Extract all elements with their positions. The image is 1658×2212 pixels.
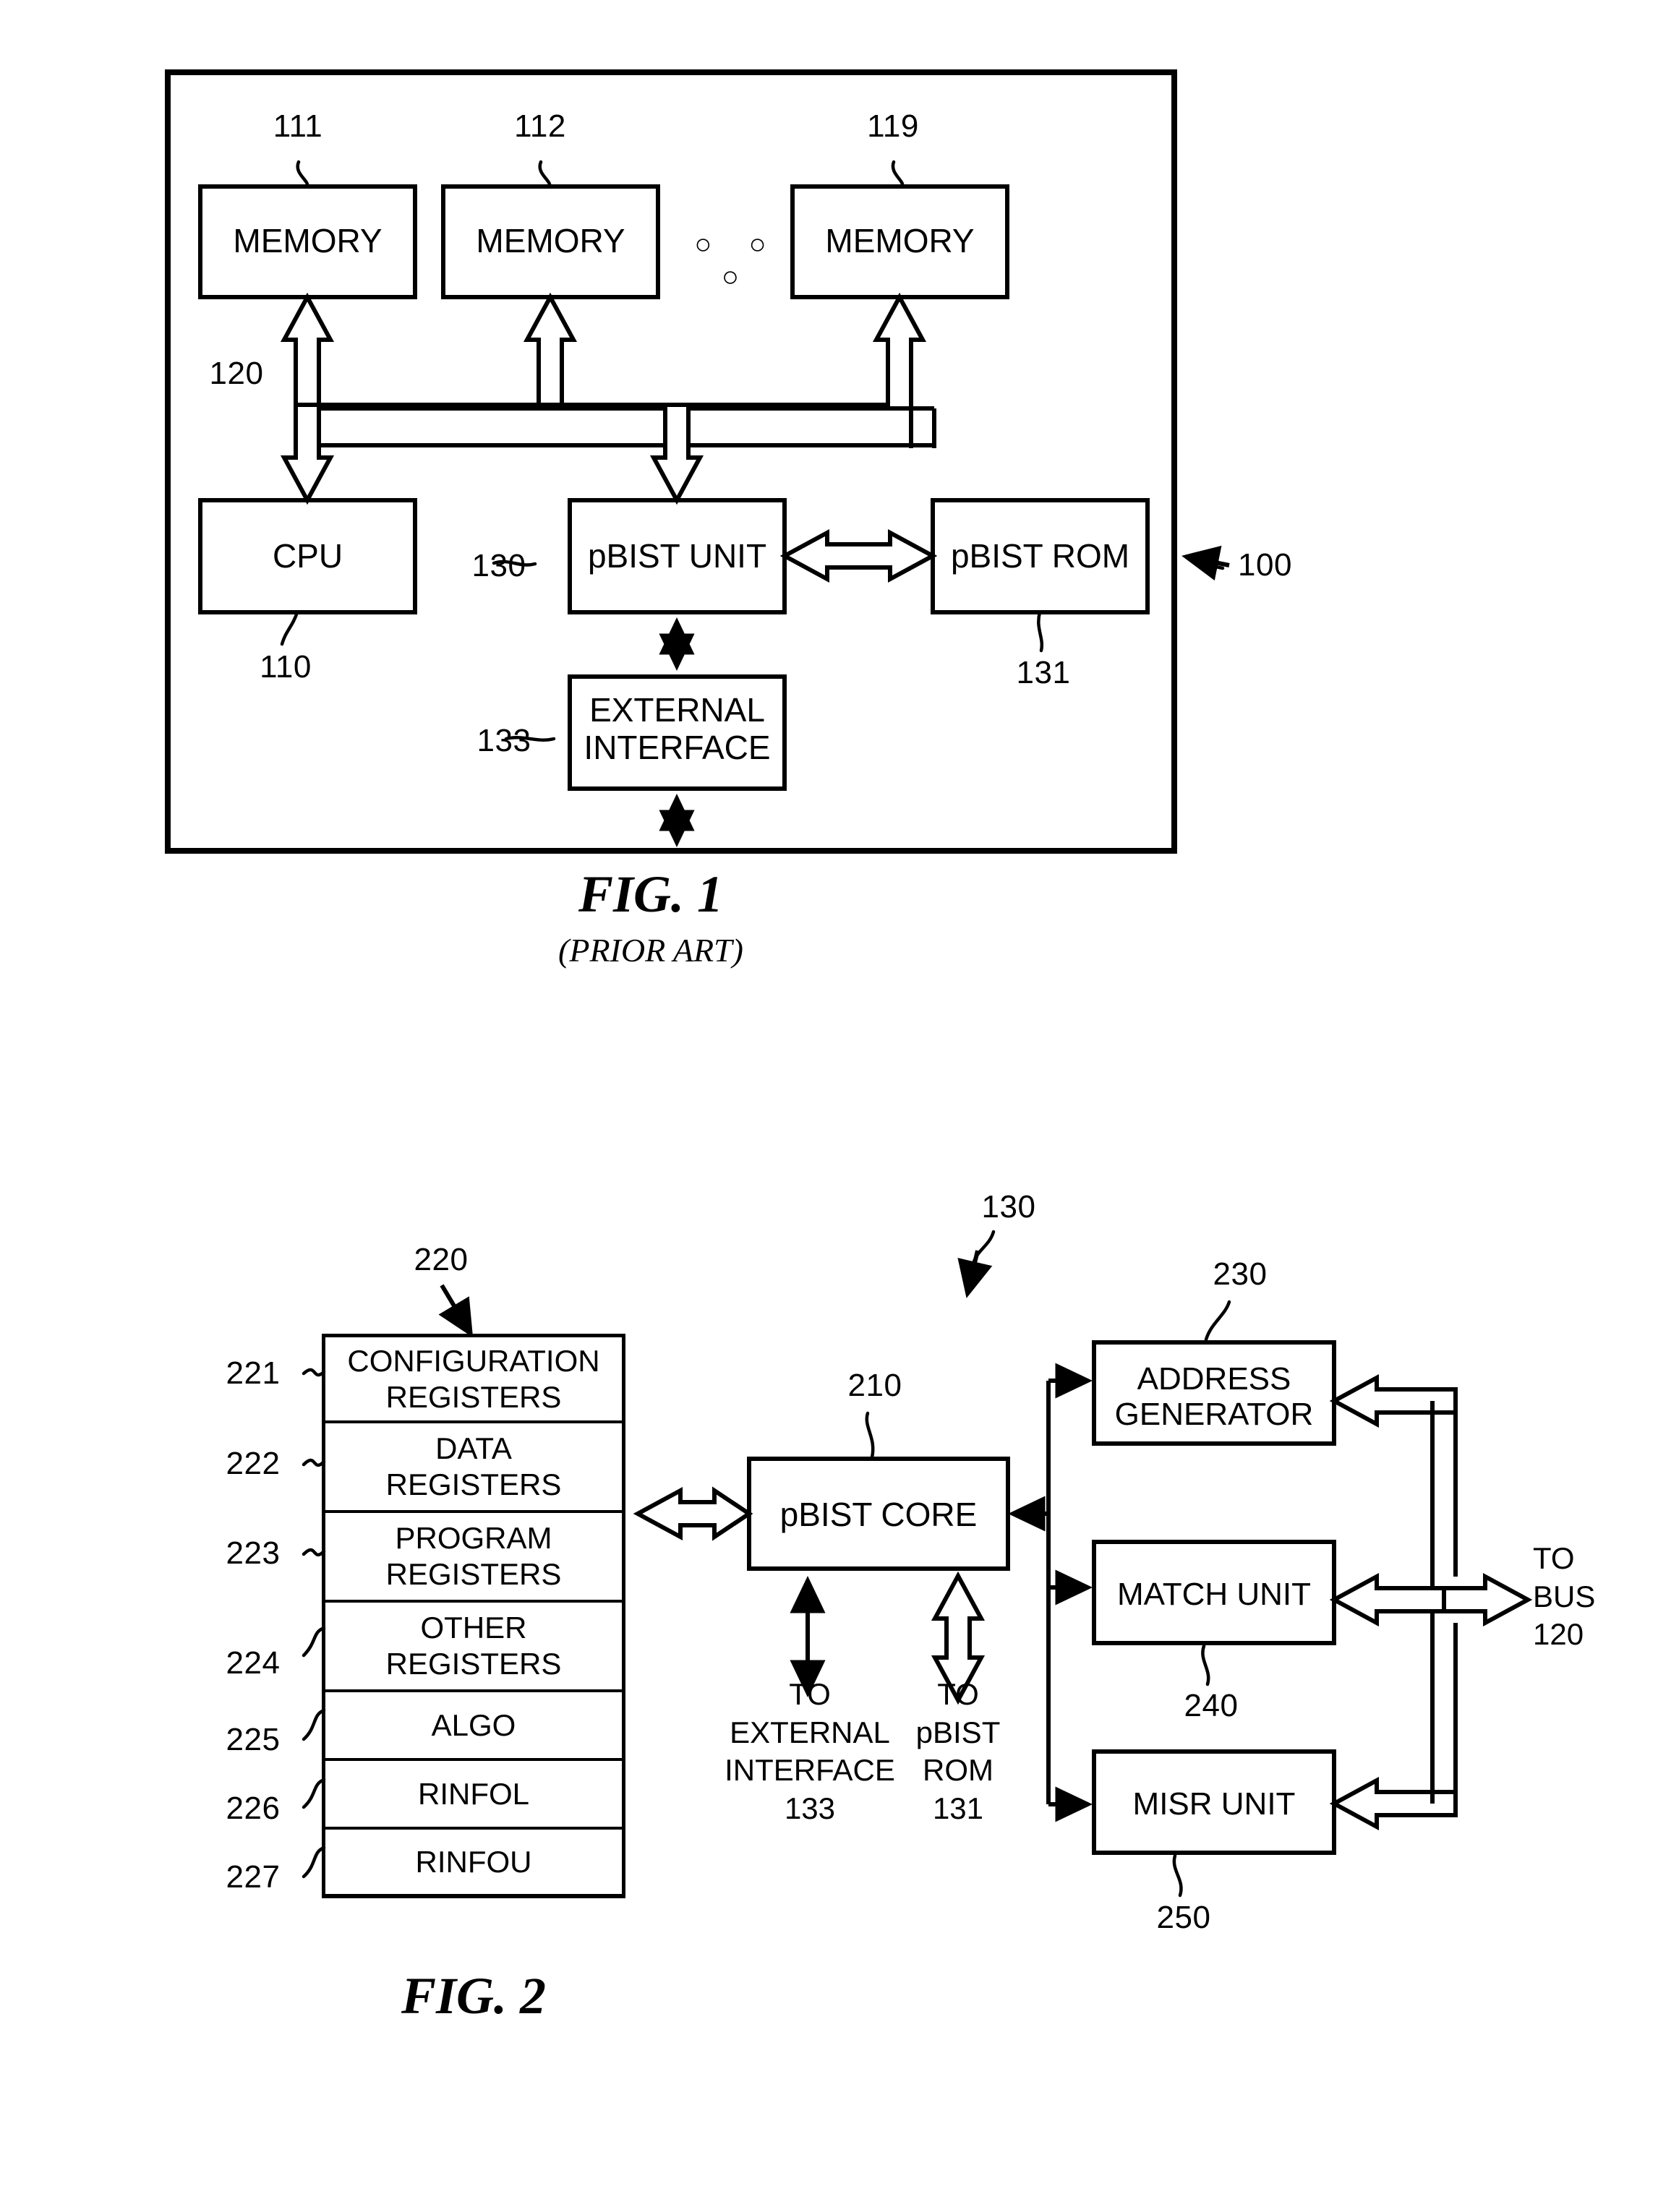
ref-120-bus: 120 [209,356,264,391]
register-cell-program-label: PROGRAM REGISTERS [385,1521,562,1591]
register-cell-rinfou-label: RINFOU [415,1844,532,1879]
ref-131-pbist-rom: 131 [1016,655,1071,690]
register-cell-rinfol-label: RINFOL [417,1776,529,1811]
register-cell-data-label: DATA REGISTERS [385,1431,562,1501]
ref-230-address-generator: 230 [1213,1256,1268,1292]
register-cell-algo: ALGO [322,1692,625,1761]
ref-119: 119 [867,108,919,144]
ref-227: 227 [226,1859,281,1895]
figure-1-caption: FIG. 1 [578,865,724,923]
ref-133-external-interface: 133 [477,723,531,758]
ref-220-registers: 220 [414,1242,469,1277]
port-pbist-rom-caption: TO pBIST ROM 131 [915,1677,1001,1825]
external-interface-block-label: EXTERNAL INTERFACE [584,691,771,766]
ref-130-pbist-unit: 130 [471,548,526,583]
cpu-block-label: CPU [272,537,343,575]
ref-250-misr-unit: 250 [1156,1900,1211,1935]
ref-210-core: 210 [847,1368,902,1403]
ref-112: 112 [514,108,566,144]
misr-unit-label: MISR UNIT [1132,1786,1296,1822]
register-cell-configuration-label: CONFIGURATION REGISTERS [347,1343,600,1414]
register-cell-algo-label: ALGO [431,1707,516,1742]
ref-224: 224 [226,1645,281,1681]
memory-block-2-label: MEMORY [476,222,625,260]
memory-block-1-label: MEMORY [233,222,383,260]
ref-240-match-unit: 240 [1184,1688,1239,1723]
ref-222: 222 [226,1446,281,1481]
port-bus-caption: TO BUS 120 [1533,1541,1596,1651]
memory-block-3-label: MEMORY [825,222,975,260]
port-external-interface-caption: TO EXTERNAL INTERFACE 133 [725,1677,895,1825]
pbist-core-label: pBIST CORE [779,1496,978,1533]
pbist-unit-block-label: pBIST UNIT [587,537,767,575]
figure-1-subcaption: (PRIOR ART) [558,932,743,969]
patent-drawing-sheet: .s { fill:none; stroke:#000; stroke-widt… [0,0,1658,2212]
register-cell-program: PROGRAM REGISTERS [322,1513,625,1603]
match-unit-label: MATCH UNIT [1116,1577,1312,1612]
ref-221: 221 [226,1355,281,1391]
ref-111: 111 [273,108,323,144]
register-cell-configuration: CONFIGURATION REGISTERS [322,1334,625,1423]
register-cell-other-label: OTHER REGISTERS [385,1611,562,1681]
ref-130-pbist-unit-fig2: 130 [981,1189,1036,1225]
register-cell-rinfol: RINFOL [322,1761,625,1830]
ref-225: 225 [226,1722,281,1757]
ref-110-cpu: 110 [260,649,312,685]
register-cell-data: DATA REGISTERS [322,1423,625,1513]
ref-226: 226 [226,1791,281,1826]
register-cell-rinfou: RINFOU [322,1830,625,1898]
ref-100-system: 100 [1238,547,1292,583]
ref-223: 223 [226,1535,281,1571]
figure-2-caption: FIG. 2 [401,1967,547,2025]
memory-ellipsis: ○ ○ ○ [694,228,781,293]
address-generator-label: ADDRESS GENERATOR [1114,1361,1314,1433]
register-cell-other: OTHER REGISTERS [322,1603,625,1692]
pbist-rom-block-label: pBIST ROM [950,537,1130,575]
